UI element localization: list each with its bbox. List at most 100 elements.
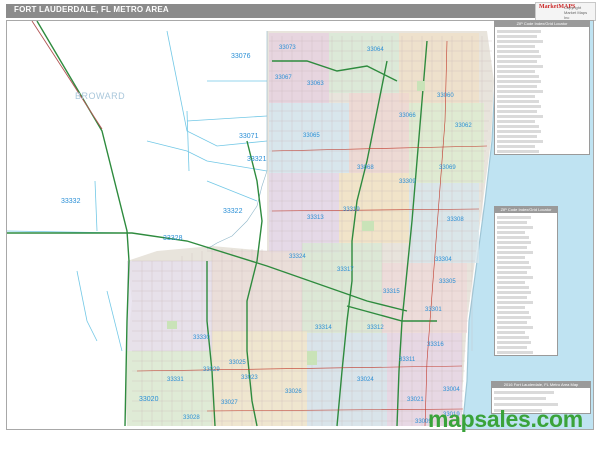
zip-label: 33024 — [357, 377, 374, 383]
index-row — [497, 251, 533, 254]
grid-locator-title: ZIP Code Index/Grid Locator — [495, 207, 557, 213]
zip-label: 33314 — [315, 325, 332, 331]
zip-label: 33064 — [367, 47, 384, 53]
index-row — [497, 145, 535, 148]
zip-label: 33026 — [285, 389, 302, 395]
index-row — [497, 241, 531, 244]
zip-label: 33309 — [399, 179, 416, 185]
index-row — [497, 321, 527, 324]
website-label[interactable]: mapsales.com — [428, 406, 583, 433]
zip-label: 33068 — [357, 165, 374, 171]
index-row — [497, 231, 525, 234]
index-row — [497, 100, 539, 103]
index-row — [497, 326, 533, 329]
zip-label: 33004 — [443, 387, 460, 393]
zip-label: 33020 — [139, 396, 159, 403]
index-row — [497, 135, 537, 138]
zip-label: 33313 — [307, 215, 324, 221]
urban-area — [125, 31, 494, 426]
zip-label: 33315 — [383, 289, 400, 295]
index-row — [497, 296, 527, 299]
zip-label: 33311 — [399, 357, 416, 363]
index-row — [497, 291, 531, 294]
zip-label: 33029 — [203, 367, 220, 373]
index-row — [497, 316, 531, 319]
zip-label: 33331 — [167, 377, 184, 383]
index-row — [497, 90, 543, 93]
map-title: FORT LAUDERDALE, FL METRO AREA — [14, 5, 169, 14]
zip-label: 33073 — [279, 45, 296, 51]
index-row — [497, 281, 525, 284]
index-row — [497, 150, 539, 153]
index-row — [497, 351, 533, 354]
index-row — [497, 120, 535, 123]
zip-label: 33076 — [231, 53, 251, 60]
zip-label: 33319 — [343, 207, 360, 213]
index-row — [497, 105, 541, 108]
index-row — [497, 35, 537, 38]
legend-title: 2016 Fort Lauderdale, FL Metro Area Map — [492, 382, 590, 388]
zip-label: 33062 — [455, 123, 472, 129]
zip-label: 33312 — [367, 325, 384, 331]
index-row — [497, 75, 539, 78]
zip-label: 33023 — [241, 375, 258, 381]
index-row — [494, 397, 546, 400]
zip-label: 33025 — [229, 360, 246, 366]
index-row — [497, 286, 529, 289]
zip-label: 33332 — [61, 198, 81, 205]
index-row — [497, 271, 527, 274]
index-row — [497, 95, 535, 98]
index-row — [497, 341, 531, 344]
zip-label: 33304 — [435, 257, 452, 263]
county-label: BROWARD — [75, 91, 125, 101]
index-row — [497, 226, 533, 229]
index-row — [497, 246, 527, 249]
index-row — [497, 50, 539, 53]
index-row — [497, 130, 541, 133]
zip-label: 33322 — [223, 208, 243, 215]
title-bar: FORT LAUDERDALE, FL METRO AREA — [6, 4, 594, 18]
zip-label: 33065 — [303, 133, 320, 139]
zip-label: 33027 — [221, 400, 238, 406]
index-row — [497, 266, 531, 269]
zip-index-title: ZIP Code Index/Grid Locator — [495, 21, 589, 27]
brand-logo: MarketMAPS Copyright Market Maps Inc — [535, 2, 596, 21]
index-row — [497, 346, 527, 349]
index-row — [497, 336, 529, 339]
zip-label: 33060 — [437, 93, 454, 99]
zip-label: 33066 — [399, 113, 416, 119]
index-row — [497, 40, 543, 43]
county-boundary — [206, 31, 268, 250]
index-row — [497, 85, 537, 88]
zip-label: 33328 — [163, 235, 183, 242]
index-row — [497, 306, 525, 309]
zip-label: 33308 — [447, 217, 464, 223]
index-row — [497, 60, 537, 63]
index-row — [497, 115, 543, 118]
index-row — [497, 55, 541, 58]
zip-label: 33063 — [307, 81, 324, 87]
map-frame: FORT LAUDERDALE, FL METRO AREA MarketMAP… — [0, 0, 600, 450]
index-row — [497, 140, 543, 143]
index-row — [497, 216, 531, 219]
index-row — [497, 45, 535, 48]
zip-label: 33330 — [193, 335, 210, 341]
grid-locator-panel: ZIP Code Index/Grid Locator — [494, 206, 558, 356]
zip-label: 33321 — [247, 156, 267, 163]
zip-label: 33324 — [289, 254, 306, 260]
index-row — [497, 65, 543, 68]
index-row — [497, 80, 541, 83]
index-row — [497, 331, 525, 334]
index-row — [497, 236, 529, 239]
index-row — [497, 256, 525, 259]
zip-label: 33305 — [439, 279, 456, 285]
zip-label: 33316 — [427, 342, 444, 348]
index-row — [494, 391, 554, 394]
zip-label: 33317 — [337, 267, 354, 273]
zip-label: 33301 — [425, 307, 442, 313]
zip-label: 33028 — [183, 415, 200, 421]
brand-text: Copyright Market Maps Inc — [564, 5, 588, 20]
index-row — [497, 221, 527, 224]
zip-index-panel: ZIP Code Index/Grid Locator — [494, 20, 590, 155]
index-row — [497, 311, 529, 314]
